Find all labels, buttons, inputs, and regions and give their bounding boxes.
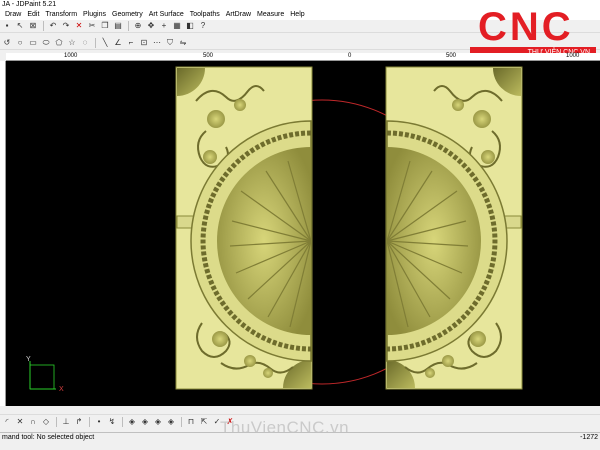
- toolbar-separator: [181, 416, 182, 427]
- delete-icon[interactable]: ✕: [73, 21, 85, 32]
- angle-icon[interactable]: ∠: [112, 38, 124, 49]
- point-icon[interactable]: •: [93, 416, 105, 427]
- measure-icon[interactable]: ⊓: [185, 416, 197, 427]
- layers-icon[interactable]: ◧: [184, 21, 196, 32]
- toolbar-separator: [56, 416, 57, 427]
- pointer-icon[interactable]: ⇱: [198, 416, 210, 427]
- status-bar: mand tool: No selected object -1272: [0, 432, 600, 442]
- menu-draw[interactable]: Draw: [2, 10, 24, 20]
- rectangle-icon[interactable]: ▭: [27, 38, 39, 49]
- perpendicular-icon[interactable]: ⊥: [60, 416, 72, 427]
- axis-x-label: X: [59, 386, 64, 393]
- menu-transform[interactable]: Transform: [42, 10, 80, 20]
- toolbar-separator: [122, 416, 123, 427]
- ruler-label: 1000: [64, 53, 78, 59]
- snap-icon[interactable]: ↯: [106, 416, 118, 427]
- paste-icon[interactable]: ▤: [112, 21, 124, 32]
- plus-icon[interactable]: +: [158, 21, 170, 32]
- arc-tool-icon[interactable]: ◜: [1, 416, 13, 427]
- axis-y-label: Y: [26, 356, 31, 363]
- arc-icon[interactable]: ◌: [79, 38, 91, 49]
- help-icon[interactable]: ?: [197, 21, 209, 32]
- ruler-label: 500: [203, 53, 214, 59]
- toolbar-separator: [95, 38, 96, 48]
- menu-help[interactable]: Help: [287, 10, 307, 20]
- top-ruler: 1000 500 0 500 1000: [6, 53, 600, 61]
- diamond-cut-icon[interactable]: ◈: [152, 416, 164, 427]
- status-right: -1272: [580, 434, 598, 441]
- drawing-canvas[interactable]: Y X: [6, 61, 600, 406]
- circle-icon[interactable]: ○: [14, 38, 26, 49]
- node-icon[interactable]: ⋯: [151, 38, 163, 49]
- cross-icon[interactable]: ✕: [14, 416, 26, 427]
- save-icon[interactable]: ▪: [1, 21, 13, 32]
- grid-icon[interactable]: ▦: [171, 21, 183, 32]
- menu-edit[interactable]: Edit: [24, 10, 42, 20]
- offset-icon[interactable]: ⊡: [138, 38, 150, 49]
- node-edit-icon[interactable]: ◇: [40, 416, 52, 427]
- left-door-panel[interactable]: [175, 66, 313, 390]
- zoom-icon[interactable]: ⊕: [132, 21, 144, 32]
- logo-text: CNC: [478, 5, 574, 49]
- ellipse-icon[interactable]: ⬭: [40, 38, 52, 49]
- diamond-icon[interactable]: ◈: [126, 416, 138, 427]
- corner-icon[interactable]: ⌐: [125, 38, 137, 49]
- cut-icon[interactable]: ✂: [86, 21, 98, 32]
- pan-icon[interactable]: ✥: [145, 21, 157, 32]
- undo-icon[interactable]: ↶: [47, 21, 59, 32]
- menu-geometry[interactable]: Geometry: [109, 10, 146, 20]
- mirror-icon[interactable]: ⇋: [177, 38, 189, 49]
- menu-measure[interactable]: Measure: [254, 10, 287, 20]
- curve-icon[interactable]: ∩: [27, 416, 39, 427]
- design-view: Y X: [26, 66, 523, 393]
- trim-icon[interactable]: ↱: [73, 416, 85, 427]
- axis-indicator: [29, 361, 56, 390]
- cursor-icon[interactable]: ↖: [14, 21, 26, 32]
- menu-artdraw[interactable]: ArtDraw: [223, 10, 254, 20]
- window-title: JA - JDPaint 5.21: [2, 1, 57, 8]
- ruler-label: 1000: [566, 53, 580, 59]
- redo-icon[interactable]: ↷: [60, 21, 72, 32]
- ruler-label: 0: [348, 53, 352, 59]
- line-icon[interactable]: ╲: [99, 38, 111, 49]
- status-left: mand tool: No selected object: [2, 434, 95, 441]
- toolbar-separator: [128, 21, 129, 31]
- shield-icon[interactable]: ⛉: [164, 38, 176, 49]
- cnc-logo: CNC THƯ VIỆN CNC.VN: [470, 6, 596, 60]
- copy-icon[interactable]: ❐: [99, 21, 111, 32]
- menu-toolpaths[interactable]: Toolpaths: [187, 10, 223, 20]
- diamond-alt-icon[interactable]: ◈: [139, 416, 151, 427]
- undo-draw-icon[interactable]: ↺: [1, 38, 13, 49]
- diamond-join-icon[interactable]: ◈: [165, 416, 177, 427]
- right-door-panel[interactable]: [385, 66, 523, 390]
- menu-art-surface[interactable]: Art Surface: [146, 10, 187, 20]
- toolbar-separator: [43, 21, 44, 31]
- polygon-icon[interactable]: ⬠: [53, 38, 65, 49]
- select-box-icon[interactable]: ⊠: [27, 21, 39, 32]
- ruler-label: 500: [446, 53, 457, 59]
- toolbar-separator: [89, 416, 90, 427]
- menu-plugins[interactable]: Plugins: [80, 10, 109, 20]
- star-icon[interactable]: ☆: [66, 38, 78, 49]
